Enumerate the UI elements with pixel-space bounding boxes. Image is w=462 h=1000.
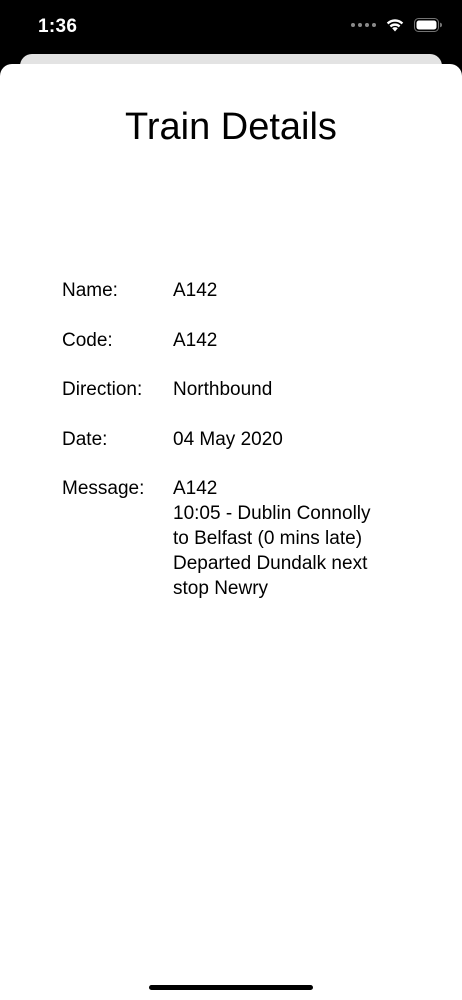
detail-label: Message: [62,478,145,499]
details-list: Name: A142 Code: A142 Direction: Northbo… [62,278,402,626]
status-time: 1:36 [38,16,78,37]
battery-icon [414,17,442,32]
status-bar: 1:36 [0,0,462,56]
detail-value: Northbound [173,379,273,400]
detail-value: 04 May 2020 [173,428,283,450]
detail-label: Name: [62,280,118,301]
page-title: Train Details [125,106,337,148]
detail-label: Direction: [62,379,143,400]
detail-label: Date: [62,428,108,450]
detail-label: Code: [62,329,113,351]
detail-value: A142 [173,329,218,351]
detail-value: A142 10:05 - Dublin Connolly to Belfast … [173,478,371,599]
screen: 1:36 Train Details Name: A142 Code: A142… [0,0,462,1000]
detail-row-message: Message: A142 10:05 - Dublin Connolly to… [62,476,402,601]
detail-row-name: Name: A142 [62,278,402,303]
detail-row-direction: Direction: Northbound [62,377,402,402]
detail-value: A142 [173,280,218,301]
detail-row-code: Code: A142 [62,328,402,353]
detail-row-date: Date: 04 May 2020 [62,427,402,452]
cellular-signal-icon [351,22,376,27]
train-details-sheet: Train Details Name: A142 Code: A142 Dire… [0,64,462,1000]
home-indicator[interactable] [149,985,313,990]
wifi-icon [386,19,404,32]
status-icons [351,17,442,32]
